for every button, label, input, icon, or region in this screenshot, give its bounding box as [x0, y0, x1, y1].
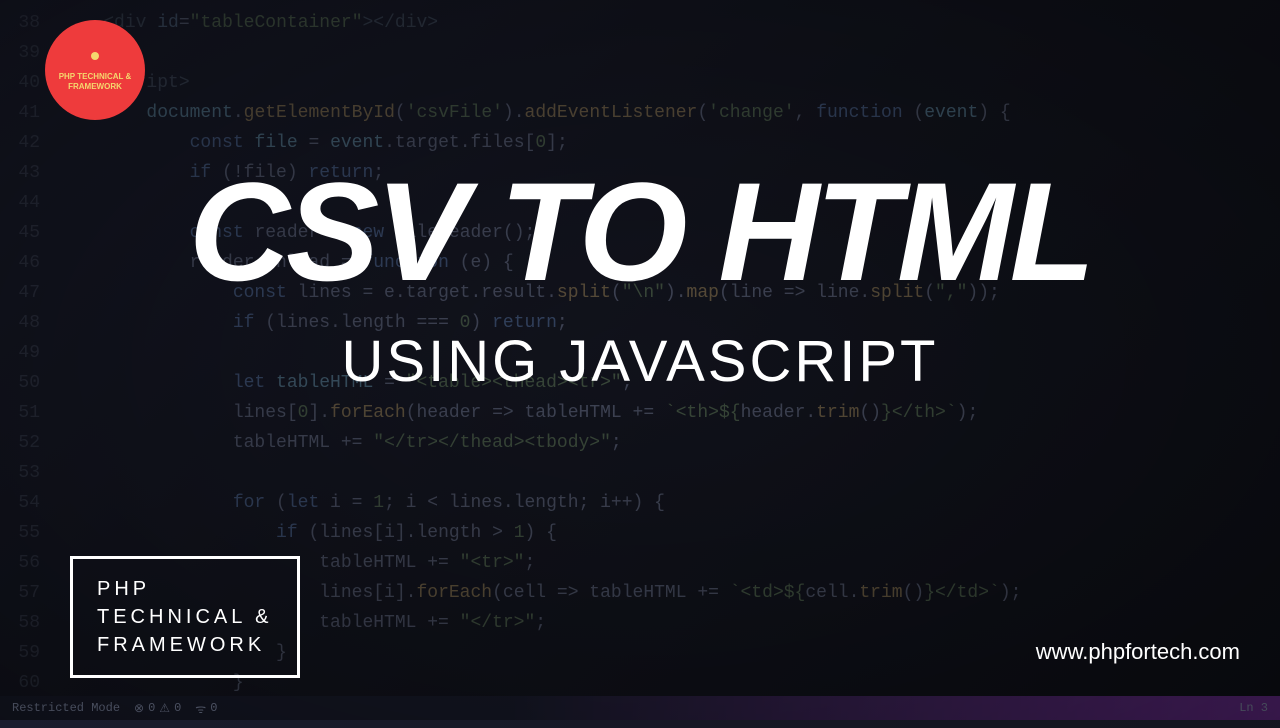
- brand-line2: TECHNICAL &: [97, 603, 273, 631]
- brand-line1: PHP: [97, 575, 273, 603]
- brand-logo-circle: PHP TECHNICAL & FRAMEWORK: [45, 20, 145, 120]
- logo-text-line1: PHP TECHNICAL &: [59, 72, 132, 82]
- main-title-block: CSV TO HTML USING JAVASCRIPT: [0, 165, 1280, 395]
- brand-box: PHP TECHNICAL & FRAMEWORK: [70, 556, 300, 678]
- logo-icon: [85, 48, 105, 68]
- website-url: www.phpfortech.com: [1036, 639, 1240, 665]
- logo-text-line2: FRAMEWORK: [68, 82, 122, 92]
- brand-line3: FRAMEWORK: [97, 631, 273, 659]
- title-main: CSV TO HTML: [0, 165, 1280, 298]
- title-subtitle: USING JAVASCRIPT: [0, 328, 1280, 395]
